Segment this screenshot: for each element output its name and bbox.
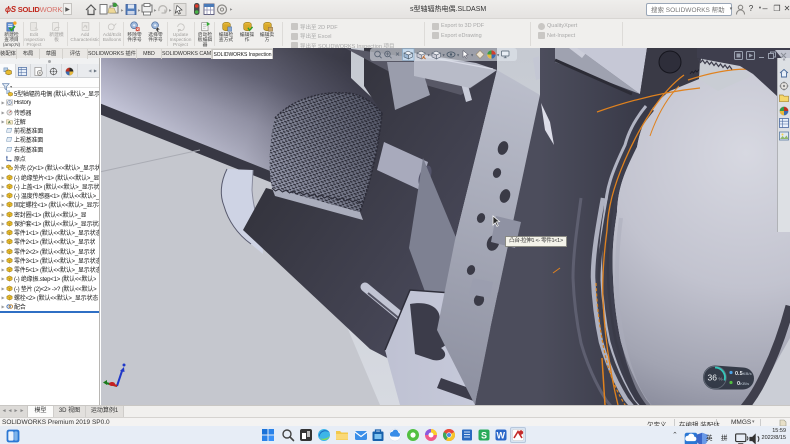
svg-text:‣: ‣ (137, 8, 141, 15)
svg-text:▾: ▾ (497, 53, 500, 58)
svg-text:▾: ▾ (443, 53, 446, 58)
svg-text:S: S (481, 431, 487, 441)
svg-text:‣: ‣ (229, 7, 233, 14)
svg-text:36: 36 (708, 373, 718, 383)
svg-text:‣: ‣ (168, 8, 172, 15)
svg-text:%: % (719, 377, 723, 382)
svg-text:▾: ▾ (471, 53, 474, 58)
svg-text:‣: ‣ (153, 8, 157, 15)
svg-text:▾: ▾ (457, 53, 460, 58)
svg-text:‣: ‣ (120, 8, 124, 15)
svg-text:▾: ▾ (428, 53, 431, 58)
svg-text:W: W (497, 431, 506, 441)
